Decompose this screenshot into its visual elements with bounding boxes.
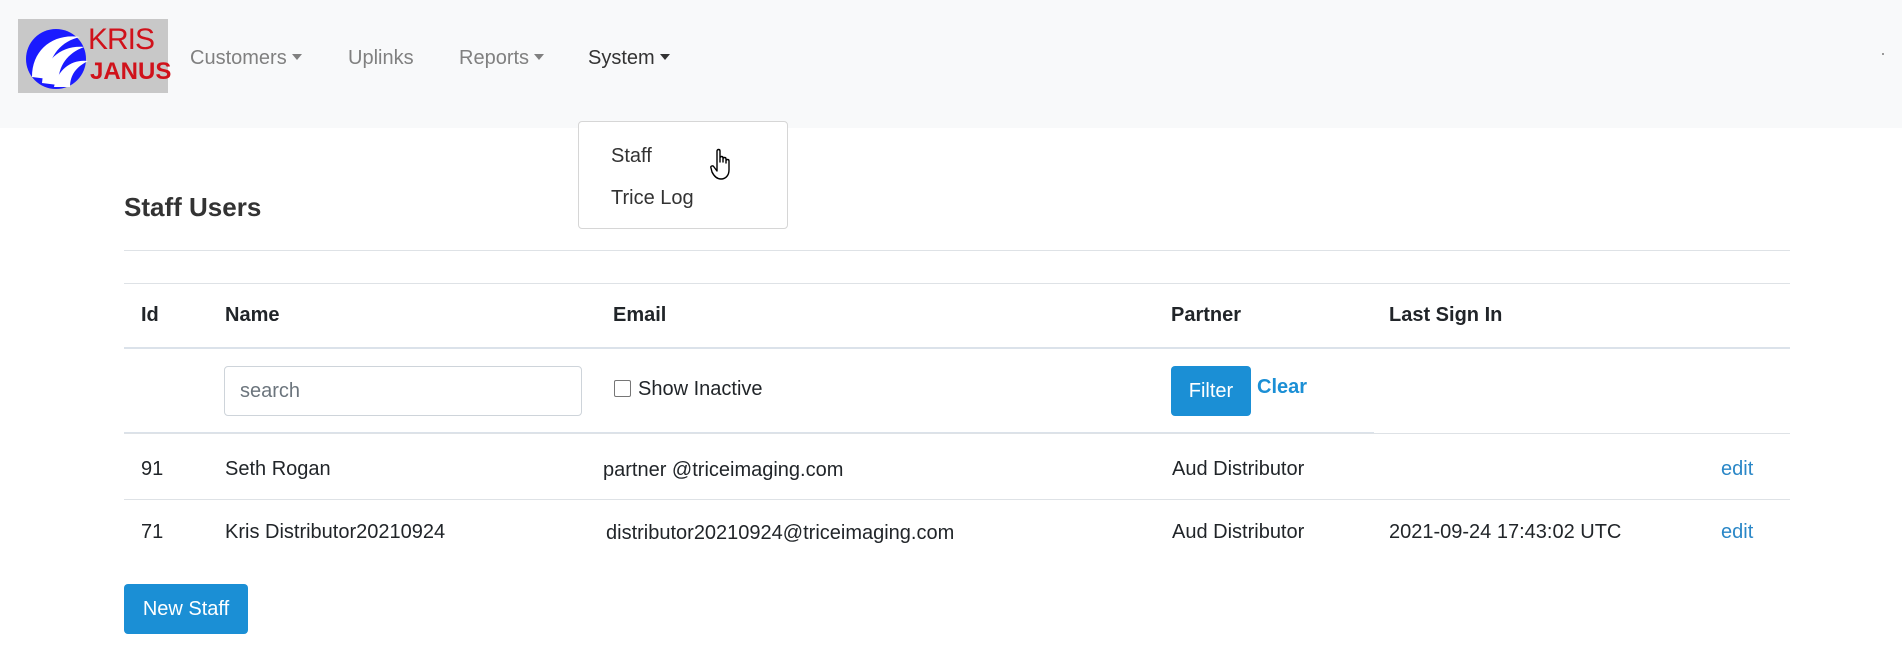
header-email: Email <box>613 304 667 326</box>
table-top-border <box>124 283 1790 284</box>
header-id: Id <box>141 304 159 326</box>
clear-link[interactable]: Clear <box>1257 376 1307 399</box>
header-partner: Partner <box>1171 304 1242 326</box>
show-inactive-checkbox[interactable] <box>614 380 631 397</box>
logo-text-janus: JANUS <box>90 58 172 85</box>
nav-customers[interactable]: Customers <box>190 44 302 72</box>
system-dropdown-menu: Staff Trice Log <box>578 121 788 229</box>
title-divider <box>124 250 1790 251</box>
edit-link[interactable]: edit <box>1721 521 1753 544</box>
cell-email: distributor20210924@triceimaging.com <box>606 522 955 544</box>
nav-reports[interactable]: Reports <box>459 44 544 72</box>
header-name: Name <box>225 304 280 326</box>
dropdown-item-staff[interactable]: Staff <box>611 143 652 169</box>
header-divider <box>124 347 1790 349</box>
cell-name: Kris Distributor20210924 <box>225 521 446 543</box>
new-staff-button[interactable]: New Staff <box>124 584 248 634</box>
filter-button[interactable]: Filter <box>1171 366 1251 416</box>
hand-cursor-icon <box>710 148 730 180</box>
cell-id: 71 <box>141 521 164 543</box>
nav-uplinks[interactable]: Uplinks <box>348 44 414 72</box>
search-input[interactable] <box>224 366 582 416</box>
cell-partner: Aud Distributor <box>1172 458 1305 480</box>
cell-id: 91 <box>141 458 164 480</box>
dropdown-item-trice-log[interactable]: Trice Log <box>611 185 694 211</box>
show-inactive-label[interactable]: Show Inactive <box>638 378 763 401</box>
edit-link[interactable]: edit <box>1721 458 1753 481</box>
page-title: Staff Users <box>124 192 262 222</box>
row-divider <box>124 499 1790 500</box>
cell-name: Seth Rogan <box>225 458 331 480</box>
header-last-sign-in: Last Sign In <box>1389 304 1503 326</box>
filter-row-border <box>124 433 1790 434</box>
cell-partner: Aud Distributor <box>1172 521 1305 543</box>
navbar: KRIS JANUS Customers Uplinks Reports Sys… <box>0 0 1902 128</box>
navbar-dot <box>1882 53 1884 55</box>
cell-last-sign-in: 2021-09-24 17:43:02 UTC <box>1389 521 1622 543</box>
nav-system[interactable]: System <box>588 44 670 72</box>
logo-text-kris: KRIS <box>88 23 155 56</box>
brand-logo[interactable]: KRIS JANUS <box>18 19 172 93</box>
cell-email: partner @triceimaging.com <box>603 459 844 481</box>
